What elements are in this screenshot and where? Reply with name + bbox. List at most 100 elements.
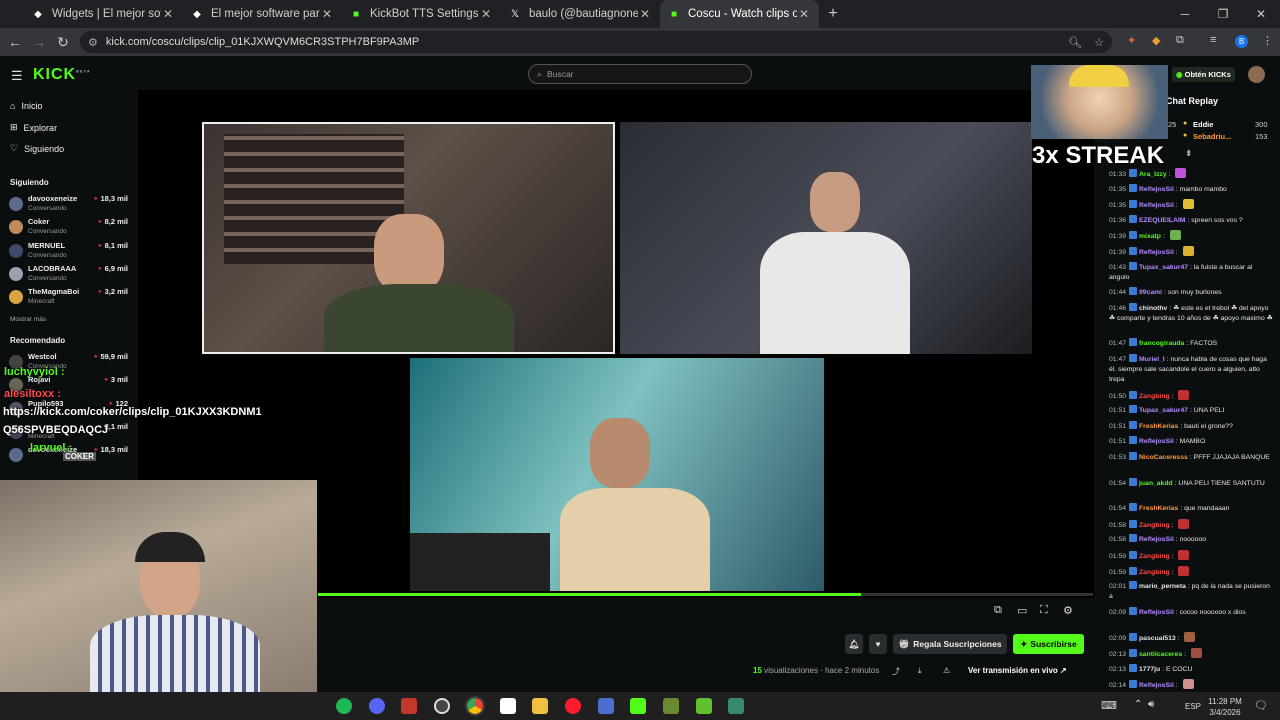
- theater-mode-icon[interactable]: ▭: [1017, 604, 1027, 617]
- extension-icon[interactable]: ◆: [1152, 34, 1160, 47]
- download-icon[interactable]: ⤓: [918, 666, 922, 676]
- chat-username[interactable]: chinothv: [1139, 305, 1167, 312]
- maximize-button[interactable]: ❐: [1204, 0, 1242, 28]
- chrome-icon[interactable]: [465, 696, 485, 716]
- hamburger-menu-icon[interactable]: ☰: [11, 68, 23, 84]
- leaderboard-name[interactable]: Sebadriu...: [1193, 132, 1231, 141]
- notification-icon[interactable]: 🗨︎: [1254, 699, 1268, 712]
- kick-logo[interactable]: KICKBETA: [33, 66, 91, 84]
- sidebar-nav-heart[interactable]: ♡ Siguiendo: [10, 143, 64, 154]
- discord-icon[interactable]: [369, 698, 385, 714]
- chat-username[interactable]: 1777ju: [1139, 666, 1160, 673]
- clock[interactable]: 11:28 PM 3/4/2026: [1206, 696, 1244, 718]
- subscribe-button[interactable]: ✦ Suscribirse: [1013, 634, 1084, 654]
- channel-item[interactable]: MERNUELConversando 8,1 mil: [9, 241, 131, 263]
- report-icon[interactable]: ⚠: [943, 666, 950, 675]
- sidebar-nav-home[interactable]: ⌂ Inicio: [10, 101, 42, 111]
- watch-live-link[interactable]: Ver transmisión en vivo ↗: [968, 666, 1067, 675]
- tab-close-icon[interactable]: ✕: [161, 7, 175, 21]
- minimize-button[interactable]: ─: [1166, 0, 1204, 28]
- address-bar[interactable]: ⚙ kick.com/coscu/clips/clip_01KJXWQVM6CR…: [80, 31, 1112, 53]
- chat-username[interactable]: NicoCaceresss: [1139, 454, 1188, 461]
- gift-subs-button[interactable]: 🎁︎ Regala Suscripciones: [893, 634, 1007, 654]
- channel-item[interactable]: davooxeneize Conversando 18,3 mil: [9, 194, 131, 216]
- get-kicks-button[interactable]: ◉ Obtén KICKs: [1172, 67, 1235, 82]
- browser-tab[interactable]: 𝕏baulo (@bautiagnone) / X✕: [501, 0, 660, 28]
- keyboard-icon[interactable]: ⌨: [1101, 699, 1117, 712]
- sidebar-nav-compass[interactable]: ⊞ Explorar: [10, 122, 57, 133]
- user-avatar[interactable]: [1248, 66, 1265, 83]
- file-explorer-icon[interactable]: [532, 698, 548, 714]
- kick-app-icon[interactable]: [630, 698, 646, 714]
- spotify-icon[interactable]: [336, 698, 352, 714]
- chat-username[interactable]: mario_perneta: [1139, 583, 1186, 590]
- chat-username[interactable]: FreshKerias: [1139, 423, 1178, 430]
- chat-username[interactable]: mixatp: [1139, 233, 1161, 240]
- chat-username[interactable]: Muriel_I: [1139, 356, 1165, 363]
- search-input[interactable]: ⌕ Buscar: [528, 64, 752, 84]
- chat-username[interactable]: Zangbing: [1139, 522, 1170, 529]
- channel-item[interactable]: CokerConversando 8,2 mil: [9, 217, 131, 239]
- chat-username[interactable]: Tupax_sakur47: [1139, 264, 1188, 271]
- browser-tab[interactable]: ◆ El mejor software para potencia✕: [183, 0, 342, 28]
- chat-username[interactable]: Tupax_sakur47: [1139, 407, 1188, 414]
- tab-close-icon[interactable]: ✕: [797, 7, 811, 21]
- voicemeeter-icon[interactable]: [401, 698, 417, 714]
- new-tab-button[interactable]: +: [819, 0, 847, 28]
- chat-username[interactable]: juan_akdd: [1139, 480, 1173, 487]
- tab-close-icon[interactable]: ✕: [479, 7, 493, 21]
- browser-tab[interactable]: ■ Coscu - Watch clips on Kick✕: [660, 0, 819, 28]
- bookmark-star-icon[interactable]: ☆: [1094, 36, 1104, 49]
- chat-username[interactable]: ReflejosSil: [1139, 202, 1174, 209]
- follow-button[interactable]: ♥: [869, 634, 887, 654]
- notification-bell-button[interactable]: 🔔︎: [845, 634, 863, 654]
- extension-icon[interactable]: ✦: [1127, 34, 1136, 47]
- chat-username[interactable]: Ara_Izzy: [1139, 171, 1167, 178]
- opera-icon[interactable]: [565, 698, 581, 714]
- show-more-link[interactable]: Mostrar más: [10, 316, 46, 323]
- menu-icon[interactable]: ⋮: [1262, 34, 1273, 47]
- profile-avatar[interactable]: B: [1235, 35, 1248, 48]
- tray-chevron-icon[interactable]: ⌃: [1134, 699, 1142, 710]
- chat-username[interactable]: Zangbing: [1139, 393, 1170, 400]
- chat-username[interactable]: ReflejosSil: [1139, 609, 1174, 616]
- chat-username[interactable]: ReflejosSil: [1139, 249, 1174, 256]
- channel-item[interactable]: TheMagmaBoiMinecraft 3,2 mil: [9, 287, 131, 309]
- chat-username[interactable]: ReflejosSil: [1139, 438, 1174, 445]
- chat-username[interactable]: Zangbing: [1139, 569, 1170, 576]
- chat-username[interactable]: EZEQUEILAIM: [1139, 217, 1185, 224]
- tab-close-icon[interactable]: ✕: [320, 7, 334, 21]
- tab-close-icon[interactable]: ✕: [638, 7, 652, 21]
- chat-username[interactable]: pascual513: [1139, 635, 1176, 642]
- browser-tab[interactable]: ■ KickBot TTS Settings ✕: [342, 0, 501, 28]
- video-progress-bar[interactable]: [318, 593, 1093, 596]
- browser-tab[interactable]: ◆ Widgets | El mejor software pa✕: [24, 0, 183, 28]
- close-window-button[interactable]: ✕: [1242, 0, 1280, 28]
- site-info-icon[interactable]: ⚙: [88, 36, 98, 49]
- chat-username[interactable]: ReflejosSil: [1139, 682, 1174, 689]
- chat-username[interactable]: 99cami: [1139, 289, 1162, 296]
- chat-username[interactable]: ReflejosSil: [1139, 186, 1174, 193]
- chat-username[interactable]: Zangbing: [1139, 553, 1170, 560]
- chat-username[interactable]: francogirauda: [1139, 340, 1184, 347]
- app-icon[interactable]: [598, 698, 614, 714]
- chat-username[interactable]: FreshKerias: [1139, 505, 1178, 512]
- app-icon[interactable]: [500, 698, 516, 714]
- app-icon[interactable]: [728, 698, 744, 714]
- chat-username[interactable]: santiicaceres: [1139, 651, 1182, 658]
- settings-icon[interactable]: ⚙: [1063, 604, 1073, 617]
- channel-item[interactable]: LACOBRAAAConversando 6,9 mil: [9, 264, 131, 286]
- fullscreen-icon[interactable]: ⛶: [1040, 604, 1048, 617]
- minecraft-icon[interactable]: [696, 698, 712, 714]
- language-indicator[interactable]: ESP: [1185, 702, 1201, 711]
- obs-icon[interactable]: [434, 698, 450, 714]
- app-icon[interactable]: [663, 698, 679, 714]
- share-icon[interactable]: ⤴: [892, 666, 900, 677]
- leaderboard-name[interactable]: Eddie: [1193, 120, 1213, 129]
- chat-username[interactable]: ReflejosSil: [1139, 536, 1174, 543]
- media-control-icon[interactable]: ≡: [1210, 34, 1216, 46]
- pip-icon[interactable]: ⧉: [994, 604, 1002, 617]
- zoom-icon[interactable]: 🔍︎: [1068, 36, 1082, 49]
- forward-button[interactable]: →: [27, 34, 51, 50]
- back-button[interactable]: ←: [3, 34, 27, 50]
